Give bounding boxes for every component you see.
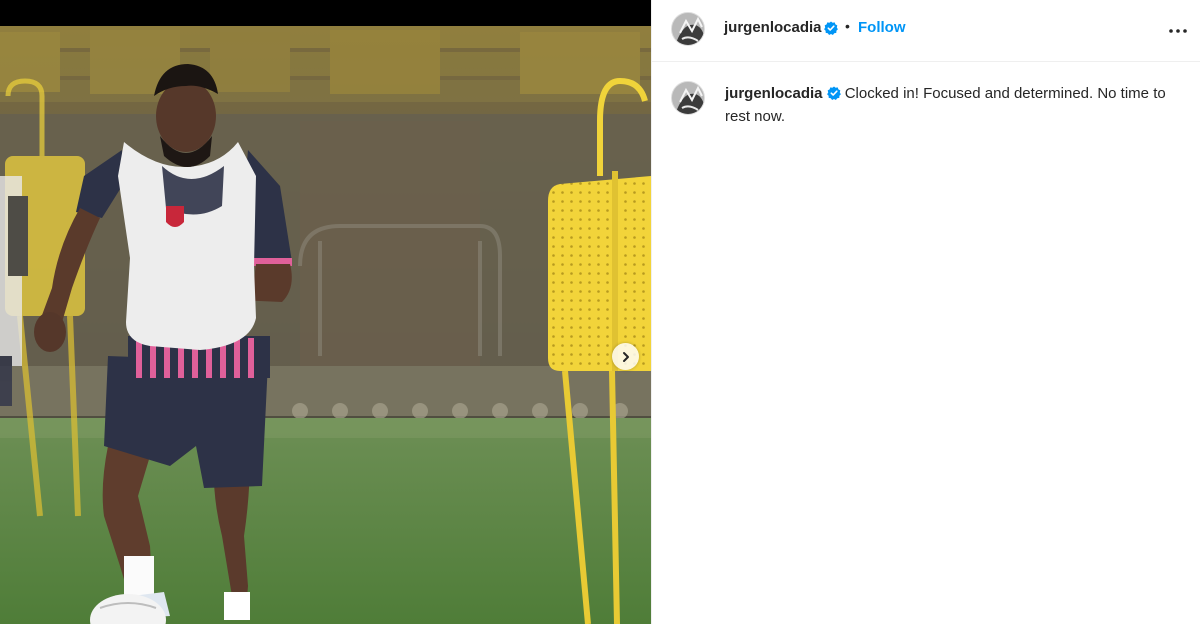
verified-badge-icon bbox=[826, 85, 841, 106]
caption-avatar[interactable] bbox=[671, 81, 705, 115]
post-header: jurgenlocadia • Follow bbox=[652, 0, 1200, 62]
next-image-button[interactable] bbox=[612, 343, 639, 370]
post-media[interactable] bbox=[0, 0, 651, 624]
avatar-image bbox=[672, 82, 704, 114]
header-username[interactable]: jurgenlocadia bbox=[724, 19, 822, 36]
chevron-right-icon bbox=[622, 351, 629, 362]
header-separator: • bbox=[845, 18, 850, 34]
post-detail-panel: jurgenlocadia • Follow jurgenlocadia Clo… bbox=[651, 0, 1200, 624]
media-top-letterbox bbox=[0, 0, 651, 26]
avatar[interactable] bbox=[671, 12, 705, 46]
caption-body: jurgenlocadia Clocked in! Focused and de… bbox=[725, 83, 1185, 127]
follow-button[interactable]: Follow bbox=[858, 19, 906, 36]
post-photo bbox=[0, 26, 651, 624]
more-horizontal-icon bbox=[1169, 29, 1187, 33]
verified-badge-icon bbox=[824, 21, 838, 40]
avatar-image bbox=[672, 13, 704, 45]
caption-username[interactable]: jurgenlocadia bbox=[725, 85, 823, 102]
more-options-button[interactable] bbox=[1166, 19, 1190, 43]
